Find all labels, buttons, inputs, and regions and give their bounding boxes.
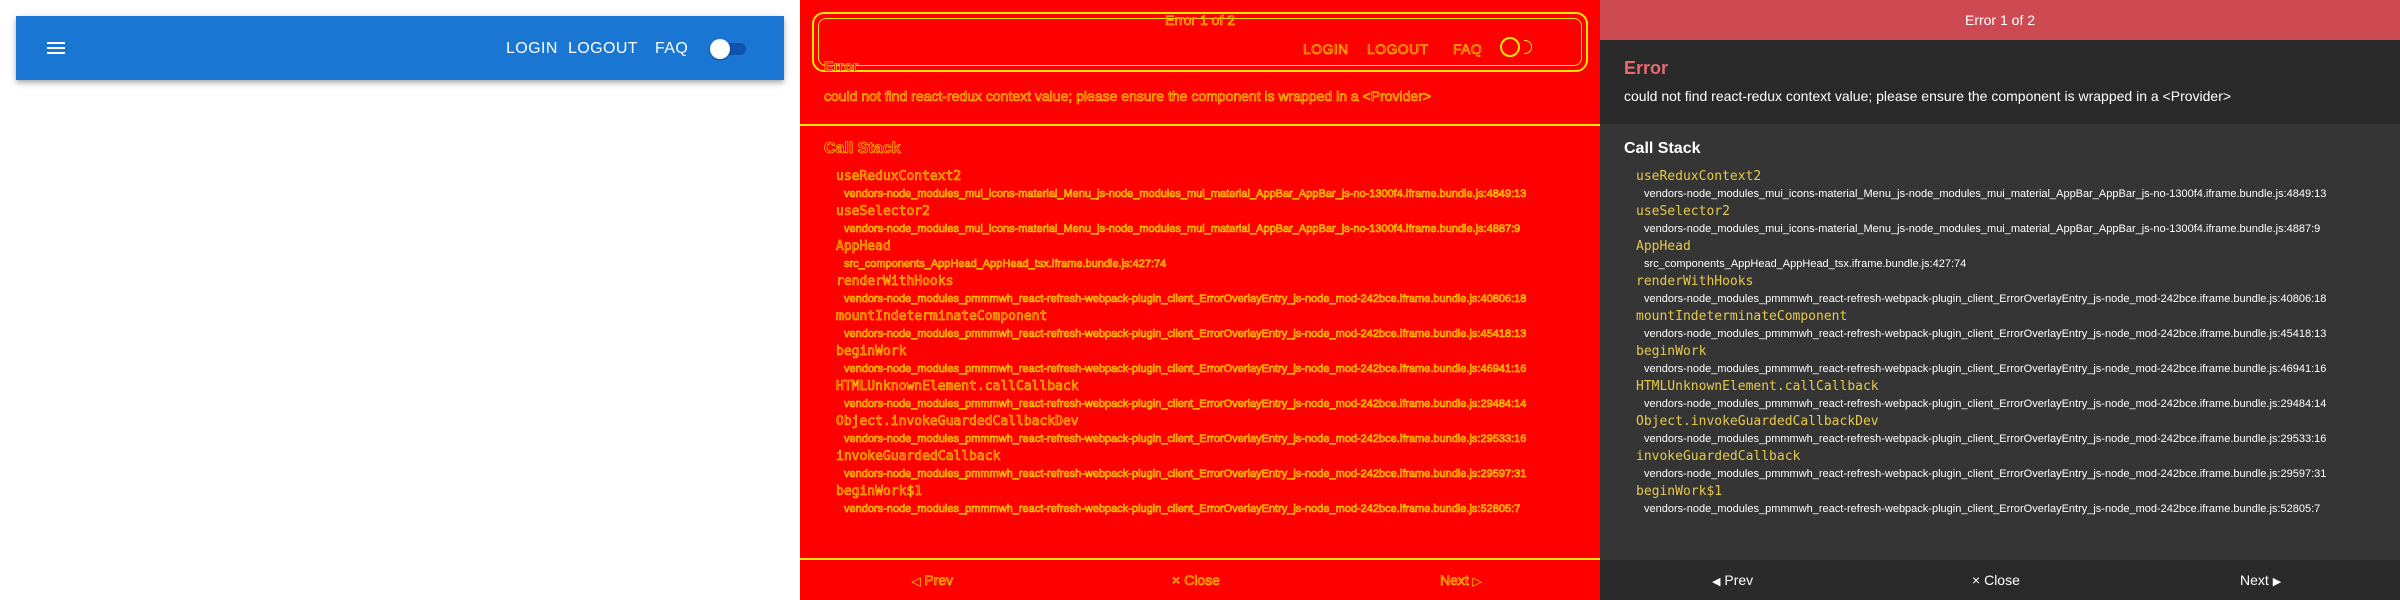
frame-function-name: invokeGuardedCallback <box>1636 449 1801 464</box>
stack-frames: useReduxContext2 vendors-node_modules_mui… <box>1636 168 2396 518</box>
frame-function-name: useSelector2 <box>1636 204 1730 219</box>
frame-function-name: beginWork <box>836 344 907 360</box>
frame-source-location: vendors-node_modules_pmmmwh_react-refres… <box>844 398 1527 411</box>
edge-footer: ◀ Prev × Close Next ▶ <box>800 560 1600 600</box>
switch-thumb <box>710 39 730 59</box>
stack-frame[interactable]: renderWithHooks vendors-node_modules_pmmm… <box>1636 273 2396 308</box>
stack-frame[interactable]: HTMLUnknownElement.callCallback vendors-n… <box>1636 378 2396 413</box>
frame-function-name: renderWithHooks <box>1636 274 1754 289</box>
prev-arrow-icon: ◀ <box>1712 576 1721 588</box>
frame-source-location: vendors-node_modules_pmmmwh_react-refres… <box>1644 328 2327 340</box>
stack-frame[interactable]: beginWork vendors-node_modules_pmmmwh_rea… <box>1636 343 2396 378</box>
stack-frame[interactable]: useReduxContext2 vendors-node_modules_mui… <box>1636 168 2396 203</box>
menu-icon[interactable] <box>44 37 68 59</box>
stack-frame[interactable]: mountIndeterminateComponent vendors-node_… <box>836 308 1596 343</box>
stack-frame[interactable]: beginWork$1 vendors-node_modules_pmmmwh_r… <box>1636 483 2396 518</box>
stack-frame[interactable]: invokeGuardedCallback vendors-node_module… <box>836 448 1596 483</box>
stack-frame[interactable]: invokeGuardedCallback vendors-node_module… <box>1636 448 2396 483</box>
frame-function-name: Object.invokeGuardedCallbackDev <box>1636 414 1879 429</box>
frame-source-location: vendors-node_modules_pmmmwh_react-refres… <box>1644 433 2327 445</box>
frame-source-location: vendors-node_modules_mui_icons-material_… <box>1644 223 2321 235</box>
error-title: Error <box>1624 58 1669 78</box>
frame-function-name: HTMLUnknownElement.callCallback <box>836 379 1079 395</box>
frame-function-name: beginWork <box>1636 344 1707 359</box>
frame-source-location: vendors-node_modules_pmmmwh_react-refres… <box>1644 398 2327 410</box>
frame-source-location: src_components_AppHead_AppHead_tsx.ifram… <box>1644 258 1967 270</box>
frame-source-location: vendors-node_modules_pmmmwh_react-refres… <box>844 328 1527 341</box>
frame-source-location: vendors-node_modules_pmmmwh_react-refres… <box>844 363 1527 376</box>
frame-function-name: useReduxContext2 <box>836 169 962 185</box>
call-stack: Call Stack useReduxContext2 vendors-node_… <box>1600 124 2400 560</box>
frame-function-name: Object.invokeGuardedCallbackDev <box>836 414 1079 430</box>
edge-call-stack-title: Call Stack <box>824 140 901 158</box>
app-bar: LOGIN LOGOUT FAQ <box>16 16 784 80</box>
edge-frames: useReduxContext2 vendors-node_modules_mui… <box>836 168 1596 518</box>
edge-close-label: × Close <box>1172 572 1220 589</box>
stack-frame[interactable]: useReduxContext2 vendors-node_modules_mui… <box>836 168 1596 203</box>
frame-function-name: invokeGuardedCallback <box>836 449 1001 465</box>
frame-function-name: AppHead <box>1636 239 1691 254</box>
frame-function-name: beginWork$1 <box>836 484 923 500</box>
frame-source-location: vendors-node_modules_pmmmwh_react-refres… <box>844 468 1527 481</box>
edge-error-title: Error <box>824 58 859 75</box>
stack-frame[interactable]: useSelector2 vendors-node_modules_mui_ico… <box>1636 203 2396 238</box>
frame-function-name: useReduxContext2 <box>1636 169 1762 184</box>
edge-next-label: Next ▶ <box>1440 572 1482 589</box>
error-overlay-panel: Error 1 of 2 Error could not find react-… <box>1600 0 2400 600</box>
frame-source-location: vendors-node_modules_pmmmwh_react-refres… <box>844 293 1527 306</box>
frame-source-location: src_components_AppHead_AppHead_tsx.ifram… <box>844 258 1167 271</box>
login-button[interactable]: LOGIN <box>506 38 558 60</box>
edge-toggle-outline <box>1500 37 1520 57</box>
stack-frame[interactable]: beginWork vendors-node_modules_pmmmwh_rea… <box>836 343 1596 378</box>
close-icon: × <box>1972 572 1981 588</box>
stack-frame[interactable]: Object.invokeGuardedCallbackDev vendors-n… <box>836 413 1596 448</box>
theme-toggle-switch[interactable] <box>710 38 752 59</box>
frame-source-location: vendors-node_modules_pmmmwh_react-refres… <box>1644 503 2321 515</box>
overlay-footer: ◀ Prev × Close Next ▶ <box>1600 560 2400 600</box>
frame-source-location: vendors-node_modules_mui_icons-material_… <box>1644 188 2327 200</box>
stack-frame[interactable]: renderWithHooks vendors-node_modules_pmmm… <box>836 273 1596 308</box>
frame-function-name: renderWithHooks <box>836 274 954 290</box>
stack-frame[interactable]: mountIndeterminateComponent vendors-node_… <box>1636 308 2396 343</box>
error-section: Error could not find react-redux context… <box>1600 40 2400 124</box>
edge-logout-label: LOGOUT <box>1367 41 1429 58</box>
stack-frame[interactable]: AppHead src_components_AppHead_AppHead_ts… <box>836 238 1596 273</box>
stack-frame[interactable]: useSelector2 vendors-node_modules_mui_ico… <box>836 203 1596 238</box>
error-message: could not find react-redux context value… <box>1624 88 2232 104</box>
edge-login-label: LOGIN <box>1303 41 1349 58</box>
frame-source-location: vendors-node_modules_pmmmwh_react-refres… <box>844 503 1521 516</box>
edge-faq-label: FAQ <box>1453 41 1483 58</box>
frame-source-location: vendors-node_modules_mui_icons-material_… <box>844 188 1527 201</box>
prev-button[interactable]: ◀ Prev <box>1712 560 1753 600</box>
next-arrow-icon: ▶ <box>2272 576 2282 588</box>
edge-error-message: could not find react-redux context value… <box>824 88 1432 105</box>
app-panel: LOGIN LOGOUT FAQ <box>0 0 800 600</box>
frame-source-location: vendors-node_modules_mui_icons-material_… <box>844 223 1521 236</box>
faq-button[interactable]: FAQ <box>655 38 688 60</box>
logout-button[interactable]: LOGOUT <box>568 38 638 60</box>
edge-call-stack: Call Stack useReduxContext2 vendors-node_… <box>800 124 1600 560</box>
stack-frame[interactable]: Object.invokeGuardedCallbackDev vendors-n… <box>1636 413 2396 448</box>
edge-overlay-panel: Error 1 of 2 LOGIN LOGOUT FAQ Error coul… <box>800 0 1600 600</box>
frame-function-name: HTMLUnknownElement.callCallback <box>1636 379 1879 394</box>
frame-function-name: beginWork$1 <box>1636 484 1723 499</box>
error-count-header: Error 1 of 2 <box>1600 0 2400 40</box>
frame-function-name: AppHead <box>836 239 891 255</box>
frame-source-location: vendors-node_modules_pmmmwh_react-refres… <box>1644 293 2327 305</box>
edge-prev-label: ◀ Prev <box>912 572 954 589</box>
close-button[interactable]: × Close <box>1972 560 2020 600</box>
stack-frame[interactable]: HTMLUnknownElement.callCallback vendors-n… <box>836 378 1596 413</box>
frame-function-name: mountIndeterminateComponent <box>1636 309 1848 324</box>
next-button[interactable]: Next ▶ <box>2240 560 2281 600</box>
stack-frame[interactable]: AppHead src_components_AppHead_AppHead_ts… <box>1636 238 2396 273</box>
frame-source-location: vendors-node_modules_pmmmwh_react-refres… <box>1644 363 2327 375</box>
stack-frame[interactable]: beginWork$1 vendors-node_modules_pmmmwh_r… <box>836 483 1596 518</box>
frame-function-name: mountIndeterminateComponent <box>836 309 1048 325</box>
frame-source-location: vendors-node_modules_pmmmwh_react-refres… <box>1644 468 2327 480</box>
frame-source-location: vendors-node_modules_pmmmwh_react-refres… <box>844 433 1527 446</box>
frame-function-name: useSelector2 <box>836 204 931 220</box>
call-stack-title: Call Stack <box>1624 140 1701 157</box>
